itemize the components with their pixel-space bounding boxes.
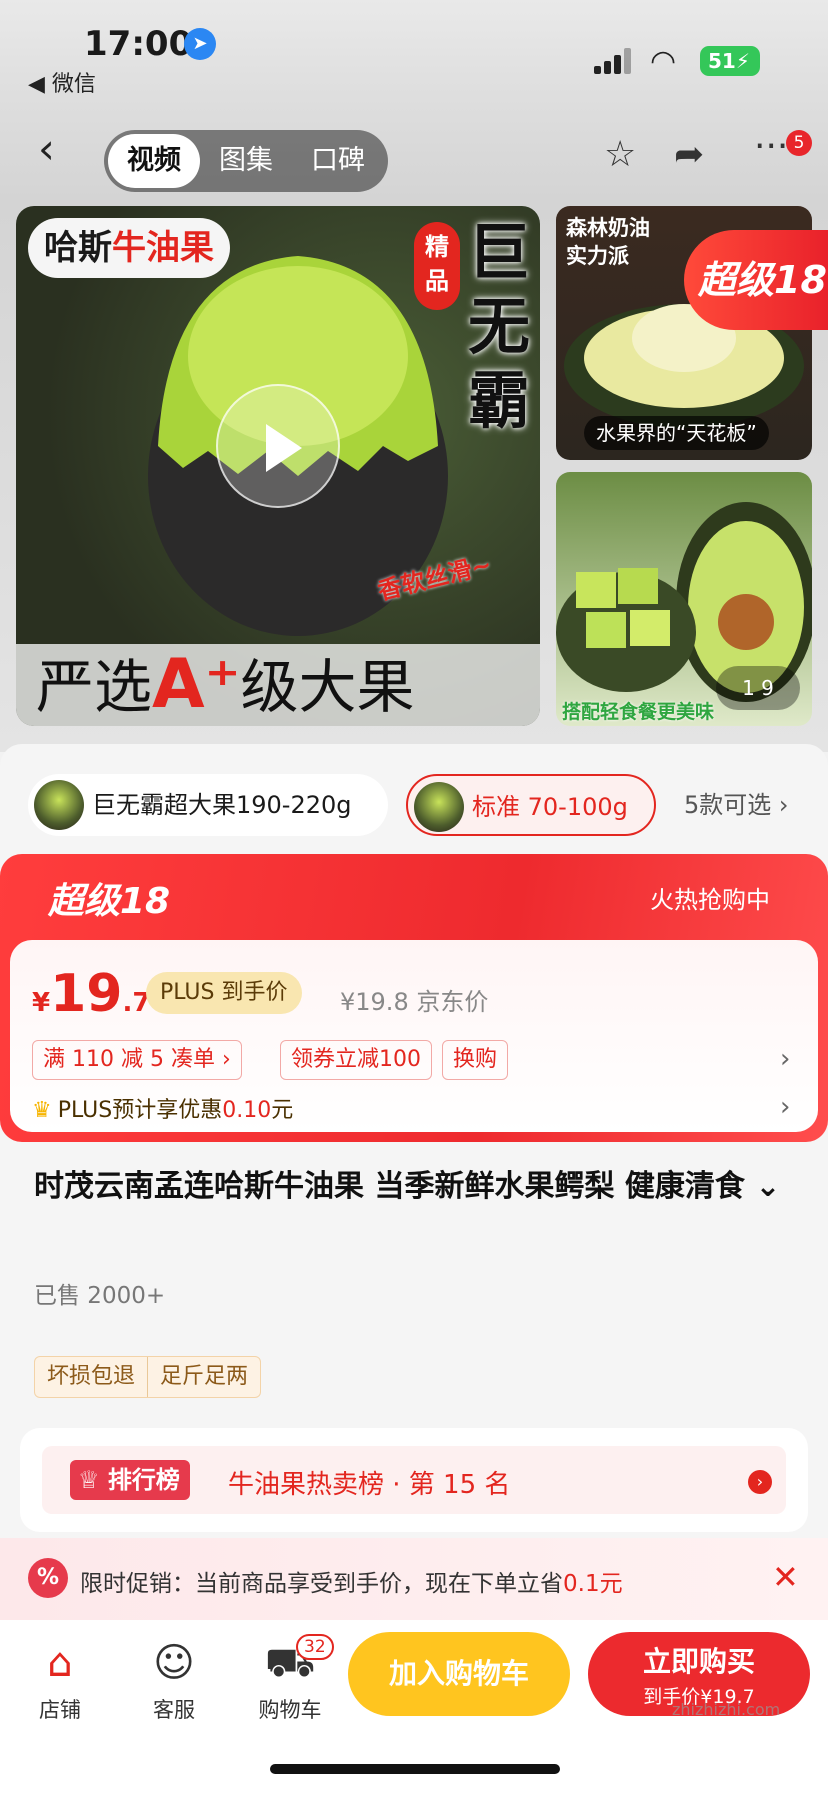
ranking-tag-label: 排行榜 xyxy=(107,1466,180,1494)
limited-promo-bar: % 限时促销：当前商品享受到手价，现在下单立省0.1元 ✕ xyxy=(0,1538,828,1620)
page-indicator: 1 9 xyxy=(716,666,800,710)
banner-grade: A⁺ xyxy=(152,645,241,724)
back-icon[interactable]: ‹ xyxy=(38,124,55,173)
cart-count-badge: 32 xyxy=(296,1634,334,1660)
store-button[interactable]: ⌂ 店铺 xyxy=(10,1638,110,1724)
price: ¥19.7 xyxy=(32,964,150,1024)
thumb-text: 森林奶油 实力派 xyxy=(566,214,650,270)
service-label: 客服 xyxy=(153,1698,195,1722)
thumb-caption: 水果界的“天花板” xyxy=(584,416,769,450)
price-integer: 19 xyxy=(50,964,123,1024)
battery-indicator: 51⚡ xyxy=(700,46,760,76)
notification-badge: 5 xyxy=(786,130,812,156)
status-bar: 17:00 ➤ ◀ 微信 ◠ 51⚡ xyxy=(0,0,828,98)
main-video[interactable]: 哈斯牛油果 精品 巨无霸 香软丝滑~ 严选A⁺级大果 xyxy=(16,206,540,726)
more-icon[interactable]: ··· xyxy=(754,126,788,167)
variant-option-selected[interactable]: 标准 70-100g xyxy=(406,774,656,836)
big-title: 巨无霸 xyxy=(468,216,531,437)
chevron-right-icon[interactable]: › xyxy=(780,1044,790,1074)
ranking-tag: ♕ 排行榜 xyxy=(70,1460,190,1500)
guarantee-tags: 坏损包退 足斤足两 xyxy=(34,1356,262,1398)
back-to-wechat[interactable]: ◀ 微信 xyxy=(28,66,96,98)
coupon-chip-voucher[interactable]: 领券立减100 xyxy=(280,1040,432,1080)
guarantee-tag: 足斤足两 xyxy=(147,1357,260,1397)
percent-icon: % xyxy=(28,1558,68,1598)
store-label: 店铺 xyxy=(39,1698,81,1722)
plus-line-value: 0.10 xyxy=(222,1098,272,1123)
location-icon: ➤ xyxy=(184,28,216,60)
plus-line-text: PLUS预计享优惠 xyxy=(57,1098,223,1123)
plus-discount-line[interactable]: ♛ PLUS预计享优惠0.10元 xyxy=(32,1092,293,1124)
limited-promo-text: 限时促销：当前商品享受到手价，现在下单立省0.1元 xyxy=(80,1564,623,1598)
battery-level: 51 xyxy=(708,49,736,73)
play-icon[interactable] xyxy=(216,384,340,508)
price-card: ¥19.7 PLUS 到手价 ¥19.8 京东价 满 110 减 5 凑单 › … xyxy=(10,940,818,1132)
promo-status: 火热抢购中 xyxy=(650,886,770,914)
cart-button[interactable]: ⛟ 32 购物车 xyxy=(240,1634,340,1724)
limit-value: 0.1 xyxy=(563,1571,600,1597)
plus-line-unit: 元 xyxy=(271,1098,294,1123)
tag-text-red: 牛油果 xyxy=(112,228,214,268)
limit-unit: 元 xyxy=(599,1571,623,1597)
share-icon[interactable]: ➦ xyxy=(674,134,704,175)
star-icon[interactable]: ☆ xyxy=(604,134,636,175)
banner-text-2: 级大果 xyxy=(240,653,415,721)
close-icon[interactable]: ✕ xyxy=(772,1558,799,1596)
tab-reviews[interactable]: 口碑 xyxy=(292,134,384,188)
variant-option[interactable]: 巨无霸超大果190-220g xyxy=(28,774,388,836)
coupon-chip-exchange[interactable]: 换购 xyxy=(442,1040,509,1080)
coupon-chip-discount[interactable]: 满 110 减 5 凑单 › xyxy=(32,1040,242,1080)
signal-icon xyxy=(594,48,634,74)
ranking-inner: ♕ 排行榜 牛油果热卖榜 · 第 15 名 › xyxy=(42,1446,786,1514)
chat-icon: ☺ xyxy=(153,1640,195,1686)
product-tag: 哈斯牛油果 xyxy=(28,218,230,278)
wifi-icon: ◠ xyxy=(650,44,677,79)
top-nav: ‹ 视频 图集 口碑 ☆ ➦ ··· 5 xyxy=(0,96,828,200)
store-icon: ⌂ xyxy=(47,1640,73,1686)
watermark: zhizhizhi.com xyxy=(672,1700,781,1719)
home-indicator xyxy=(270,1764,560,1774)
add-to-cart-button[interactable]: 加入购物车 xyxy=(348,1632,570,1716)
buy-now-label: 立即购买 xyxy=(642,1645,755,1678)
arrow-right-icon[interactable]: › xyxy=(748,1470,772,1494)
customer-service-button[interactable]: ☺ 客服 xyxy=(124,1638,224,1724)
promo-title: 超级18 xyxy=(48,881,171,922)
sold-count: 已售 2000+ xyxy=(34,1283,166,1309)
tab-gallery[interactable]: 图集 xyxy=(200,134,292,188)
super18-badge: 超级18 xyxy=(684,230,828,330)
ranking-text: 牛油果热卖榜 · 第 15 名 xyxy=(228,1470,511,1500)
more-variants-link[interactable]: 5款可选 › xyxy=(684,774,789,836)
status-time: 17:00 xyxy=(84,24,193,64)
cart-label: 购物车 xyxy=(258,1698,322,1722)
limit-prefix: 限时促销：当前商品享受到手价，现在下单立省 xyxy=(80,1571,563,1597)
chevron-right-icon[interactable]: › xyxy=(780,1092,790,1122)
jingpin-badge: 精品 xyxy=(414,222,460,310)
crown-icon: ♛ xyxy=(32,1098,52,1123)
media-gallery: 哈斯牛油果 精品 巨无霸 香软丝滑~ 严选A⁺级大果 森林奶油 实力派 水果界的… xyxy=(0,200,828,752)
thumb-caption-2: 搭配轻食餐更美味 xyxy=(562,701,715,723)
price-currency: ¥ xyxy=(32,988,51,1018)
promo-banner: 超级18 火热抢购中 ¥19.7 PLUS 到手价 ¥19.8 京东价 满 11… xyxy=(0,854,828,1142)
plus-price-tag: PLUS 到手价 xyxy=(146,972,302,1014)
variant-selector: 巨无霸超大果190-220g 标准 70-100g 5款可选 › xyxy=(28,774,828,836)
variant-label: 巨无霸超大果190-220g xyxy=(92,791,352,819)
trophy-icon: ♕ xyxy=(78,1466,108,1494)
media-tabs: 视频 图集 口碑 xyxy=(104,130,388,192)
banner-text: 严选 xyxy=(36,653,153,721)
tab-video[interactable]: 视频 xyxy=(108,134,200,188)
jd-price: ¥19.8 京东价 xyxy=(340,988,489,1016)
tag-text: 哈斯 xyxy=(44,228,112,268)
guarantee-tag: 坏损包退 xyxy=(47,1364,136,1389)
variant-thumb xyxy=(34,780,84,830)
ranking-card[interactable]: ♕ 排行榜 牛油果热卖榜 · 第 15 名 › xyxy=(20,1428,808,1532)
variant-label: 标准 70-100g xyxy=(472,793,628,821)
thumb-text-body: 森林奶油 实力派 xyxy=(566,216,650,268)
product-title: 时茂云南孟连哈斯牛油果 当季新鲜水果鳄梨 健康清食 ⌄ xyxy=(34,1169,781,1204)
grade-banner: 严选A⁺级大果 xyxy=(16,644,540,726)
variant-thumb xyxy=(414,782,464,832)
